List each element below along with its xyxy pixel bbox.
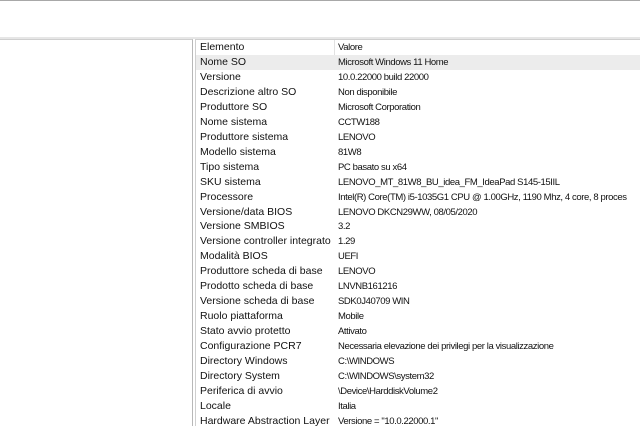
row-element: Processore bbox=[200, 190, 254, 203]
row-element: Periferica di avvio bbox=[200, 384, 283, 397]
table-row[interactable]: Tipo sistema PC basato su x64 bbox=[196, 160, 640, 175]
table-row[interactable]: Prodotto scheda di base LNVNB161216 bbox=[196, 279, 640, 294]
row-value: LNVNB161216 bbox=[338, 281, 397, 293]
column-header-valore[interactable]: Valore bbox=[338, 40, 363, 55]
row-element: Tipo sistema bbox=[200, 160, 260, 173]
row-element: Configurazione PCR7 bbox=[200, 340, 302, 353]
row-value: LENOVO_MT_81W8_BU_idea_FM_IdeaPad S145-1… bbox=[338, 176, 560, 188]
row-element: Produttore SO bbox=[200, 100, 268, 113]
category-tree-pane[interactable] bbox=[0, 39, 193, 426]
row-value: C:\WINDOWS bbox=[338, 356, 395, 367]
row-element: Descrizione altro SO bbox=[200, 85, 297, 98]
row-value: Microsoft Corporation bbox=[338, 101, 421, 113]
row-value: PC basato su x64 bbox=[338, 161, 407, 173]
row-element: Nome SO bbox=[200, 56, 247, 68]
table-row[interactable]: Versione SMBIOS 3.2 bbox=[196, 219, 640, 234]
table-row[interactable]: Produttore scheda di base LENOVO bbox=[196, 264, 640, 279]
row-value: Intel(R) Core(TM) i5-1035G1 CPU @ 1.00GH… bbox=[338, 191, 627, 203]
row-element: Produttore sistema bbox=[200, 130, 289, 143]
row-element: Versione/data BIOS bbox=[200, 205, 293, 218]
row-element: Versione scheda di base bbox=[200, 295, 315, 308]
table-row[interactable]: Descrizione altro SO Non disponibile bbox=[196, 85, 640, 100]
row-element: SKU sistema bbox=[200, 175, 261, 188]
system-summary-list[interactable]: Elemento Valore Nome SO Microsoft Windows… bbox=[195, 39, 640, 429]
row-value: Microsoft Windows 11 Home bbox=[338, 57, 449, 68]
row-element: Versione controller integrato bbox=[200, 235, 331, 248]
table-row[interactable]: Versione controller integrato 1.29 bbox=[196, 234, 640, 249]
table-row[interactable]: Ruolo piattaforma Mobile bbox=[196, 309, 640, 324]
row-element: Modalità BIOS bbox=[200, 250, 268, 263]
list-header: Elemento Valore bbox=[196, 40, 640, 55]
toolbar-area bbox=[0, 1, 640, 37]
table-row[interactable]: Stato avvio protetto Attivato bbox=[196, 324, 640, 339]
row-value: UEFI bbox=[338, 251, 359, 263]
row-value: 3.2 bbox=[338, 221, 351, 233]
row-element: Ruolo piattaforma bbox=[200, 310, 283, 323]
table-row[interactable]: Processore Intel(R) Core(TM) i5-1035G1 CP… bbox=[196, 190, 640, 205]
table-row[interactable]: Nome sistema CCTW188 bbox=[196, 115, 640, 130]
row-element: Locale bbox=[200, 399, 231, 412]
table-row[interactable]: Versione/data BIOS LENOVO DKCN29WW, 08/05… bbox=[196, 205, 640, 220]
table-row[interactable]: Periferica di avvio \Device\HarddiskVolum… bbox=[196, 384, 640, 399]
table-row[interactable]: Versione scheda di base SDK0J40709 WIN bbox=[196, 294, 640, 309]
row-element: Produttore scheda di base bbox=[200, 265, 323, 278]
table-row[interactable]: Versione 10.0.22000 build 22000 bbox=[196, 70, 640, 85]
table-row[interactable]: Nome SO Microsoft Windows 11 Home bbox=[196, 55, 640, 70]
row-value: 1.29 bbox=[338, 236, 355, 248]
row-value: LENOVO bbox=[338, 266, 376, 278]
table-row[interactable]: Configurazione PCR7 Necessaria elevazione… bbox=[196, 339, 640, 354]
table-row[interactable]: Modalità BIOS UEFI bbox=[196, 249, 640, 264]
row-value: 10.0.22000 build 22000 bbox=[338, 71, 429, 83]
column-header-elemento[interactable]: Elemento bbox=[200, 40, 330, 55]
row-value: Versione = "10.0.22000.1" bbox=[338, 415, 439, 427]
row-element: Hardware Abstraction Layer bbox=[200, 414, 330, 427]
row-element: Modello sistema bbox=[200, 145, 276, 158]
row-element: Directory Windows bbox=[200, 355, 288, 367]
table-row[interactable]: Directory Windows C:\WINDOWS bbox=[196, 354, 640, 369]
row-value: LENOVO bbox=[338, 131, 376, 143]
table-row[interactable]: Produttore SO Microsoft Corporation bbox=[196, 100, 640, 115]
row-value: Necessaria elevazione dei privilegi per … bbox=[338, 341, 554, 353]
table-row[interactable]: Directory System C:\WINDOWS\system32 bbox=[196, 369, 640, 384]
table-row[interactable]: Hardware Abstraction Layer Versione = "10… bbox=[196, 414, 640, 429]
row-value: \Device\HarddiskVolume2 bbox=[338, 385, 438, 397]
row-value: Non disponibile bbox=[338, 86, 397, 98]
column-divider[interactable] bbox=[334, 40, 335, 55]
row-value: Mobile bbox=[338, 311, 364, 323]
table-row[interactable]: Produttore sistema LENOVO bbox=[196, 130, 640, 145]
row-element: Stato avvio protetto bbox=[200, 325, 291, 338]
table-row[interactable]: Locale Italia bbox=[196, 399, 640, 414]
row-value: CCTW188 bbox=[338, 116, 380, 128]
row-element: Directory System bbox=[200, 369, 280, 382]
table-row[interactable]: SKU sistema LENOVO_MT_81W8_BU_idea_FM_Ide… bbox=[196, 175, 640, 190]
table-row[interactable]: Modello sistema 81W8 bbox=[196, 145, 640, 160]
row-element: Versione bbox=[200, 70, 241, 83]
row-value: 81W8 bbox=[338, 146, 362, 158]
row-element: Nome sistema bbox=[200, 115, 268, 128]
row-value: LENOVO DKCN29WW, 08/05/2020 bbox=[338, 206, 478, 218]
row-value: C:\WINDOWS\system32 bbox=[338, 370, 434, 382]
row-value: Attivato bbox=[338, 326, 367, 338]
row-element: Versione SMBIOS bbox=[200, 220, 285, 233]
row-value: Italia bbox=[338, 400, 356, 412]
row-element: Prodotto scheda di base bbox=[200, 280, 314, 293]
row-value: SDK0J40709 WIN bbox=[338, 296, 410, 308]
